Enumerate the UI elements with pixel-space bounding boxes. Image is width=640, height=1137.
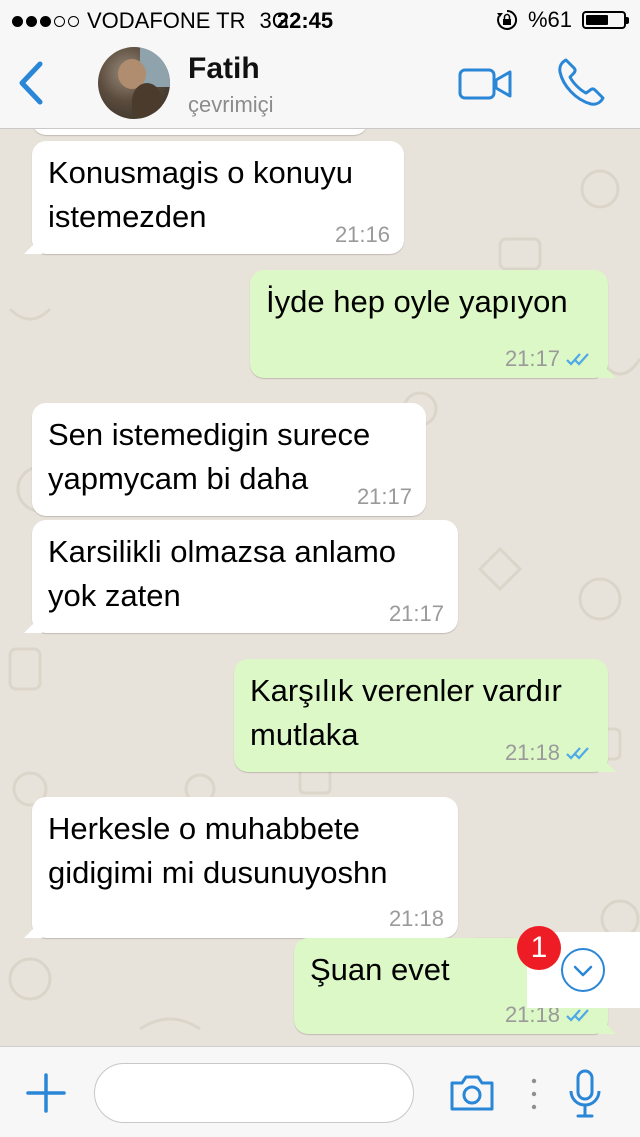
message-bubble-outgoing[interactable]: İyde hep oyle yapıyon 21:17 xyxy=(250,270,608,378)
contact-name[interactable]: Fatih xyxy=(188,52,260,86)
back-chevron-icon[interactable] xyxy=(14,58,54,108)
message-bubble-outgoing[interactable]: Karşılık verenler vardır mutlaka 21:18 xyxy=(234,659,608,772)
signal-strength-icon xyxy=(12,15,79,27)
read-receipt-icon xyxy=(566,1009,589,1022)
message-bubble-incoming[interactable]: Karsilikli olmazsa anlamo yok zaten 21:1… xyxy=(32,520,458,633)
message-bubble-partial[interactable] xyxy=(32,129,368,135)
battery-percent: %61 xyxy=(527,7,572,32)
message-bubble-incoming[interactable]: Herkesle o muhabbete gidigimi mi dusunuy… xyxy=(32,797,458,938)
message-list[interactable]: Konusmagis o konuyu istemezden 21:16 İyd… xyxy=(0,129,640,1046)
battery-icon xyxy=(582,11,629,29)
signal-dot xyxy=(40,15,51,27)
message-time: 21:17 xyxy=(388,601,444,626)
message-time: 21:17 xyxy=(356,484,412,509)
read-receipt-icon xyxy=(566,747,589,760)
network-type: 3G xyxy=(259,8,289,33)
message-text-line: İyde hep oyle yapıyon xyxy=(266,284,568,319)
carrier-name: VODAFONE TR xyxy=(87,8,246,33)
signal-dot xyxy=(54,15,65,27)
plus-icon[interactable] xyxy=(26,1073,66,1113)
message-text-line: Sen istemedigin surece xyxy=(48,417,371,452)
unread-count-badge: 1 xyxy=(517,926,561,970)
message-text-line: yapmycam bi daha xyxy=(48,461,309,496)
phone-icon[interactable] xyxy=(556,56,606,108)
signal-dot xyxy=(26,15,37,27)
chat-header: Fatih çevrimiçi xyxy=(0,40,640,129)
more-dots-icon xyxy=(531,1078,537,1110)
status-bar-left: VODAFONE TR 3G xyxy=(12,8,295,34)
message-time: 21:17 xyxy=(504,346,560,371)
microphone-icon[interactable] xyxy=(568,1069,602,1119)
contact-status: çevrimiçi xyxy=(188,92,274,117)
signal-dot xyxy=(68,15,79,27)
message-time: 21:18 xyxy=(388,906,444,931)
chevron-down-circle-icon xyxy=(561,948,605,992)
status-bar: VODAFONE TR 3G 22:45 %61 xyxy=(0,0,640,40)
battery-level xyxy=(586,15,608,25)
contact-avatar[interactable] xyxy=(98,47,170,119)
message-input[interactable] xyxy=(94,1063,414,1123)
message-text-line: yok zaten xyxy=(48,578,181,613)
signal-dot xyxy=(12,15,23,27)
message-text-line: Herkesle o muhabbete xyxy=(48,811,360,846)
message-text-line: Karsilikli olmazsa anlamo xyxy=(48,534,397,569)
message-text-line: Konusmagis o konuyu xyxy=(48,155,354,190)
message-bubble-incoming[interactable]: Konusmagis o konuyu istemezden 21:16 xyxy=(32,141,404,254)
video-camera-icon[interactable] xyxy=(458,66,512,102)
message-bubble-incoming[interactable]: Sen istemedigin surece yapmycam bi daha … xyxy=(32,403,426,516)
message-time: 21:18 xyxy=(504,740,560,765)
camera-icon[interactable] xyxy=(448,1073,496,1113)
message-text-line: gidigimi mi dusunuyoshn xyxy=(48,855,388,890)
composer-bar xyxy=(0,1046,640,1137)
read-receipt-icon xyxy=(566,353,589,366)
message-text-line: Karşılık verenler vardır xyxy=(250,673,562,708)
status-bar-right: %61 xyxy=(496,7,629,33)
message-time: 21:16 xyxy=(334,222,390,247)
rotation-lock-icon xyxy=(496,9,517,30)
